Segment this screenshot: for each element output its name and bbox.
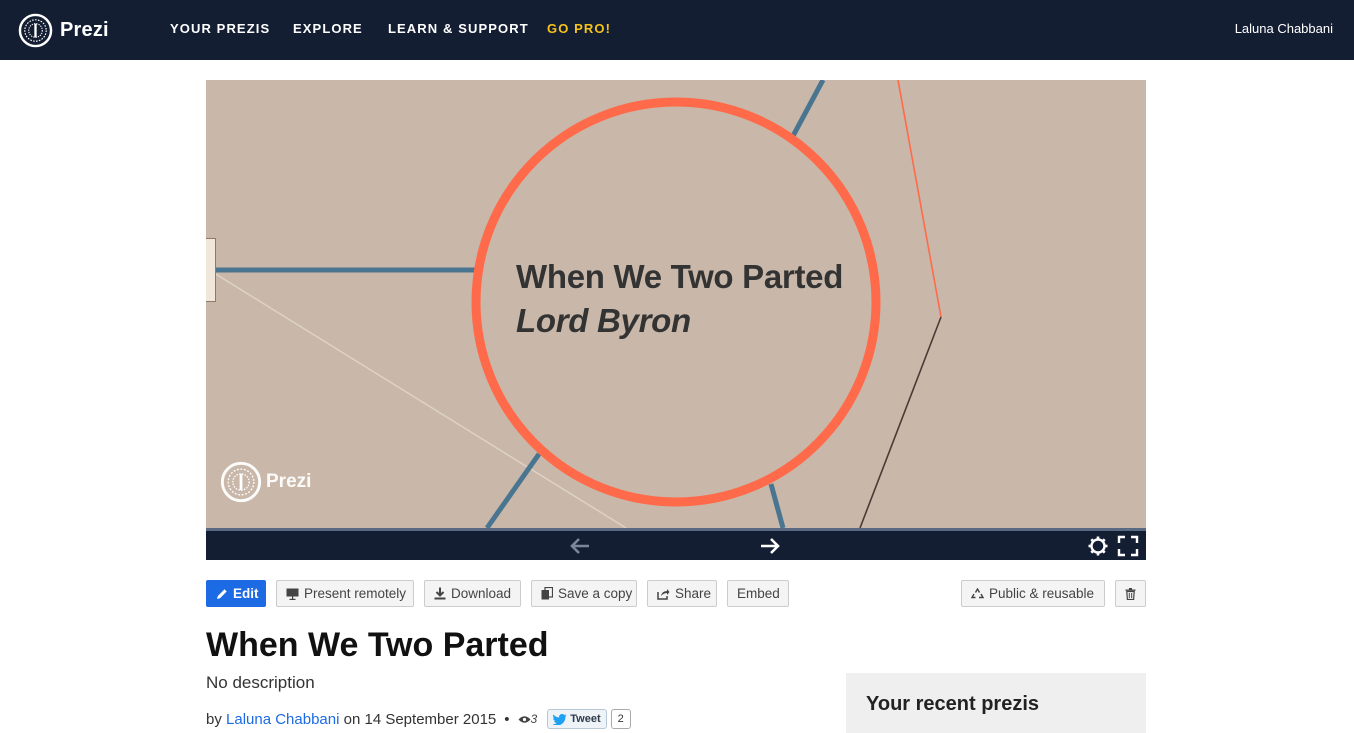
tweet-label: Tweet	[570, 713, 601, 725]
save-a-copy-button[interactable]: Save a copy	[531, 580, 637, 607]
public-reusable-label: Public & reusable	[989, 586, 1095, 601]
share-icon	[657, 588, 670, 600]
arrow-left-icon[interactable]	[568, 535, 592, 557]
public-reusable-button[interactable]: Public & reusable	[961, 580, 1105, 607]
on-label: on	[343, 710, 361, 728]
nav-explore[interactable]: EXPLORE	[293, 21, 363, 36]
author-link[interactable]: Laluna Chabbani	[226, 711, 339, 728]
created-date: 14 September 2015	[364, 710, 497, 728]
download-icon	[434, 587, 446, 600]
view-count: 3	[518, 712, 538, 726]
eye-icon	[518, 715, 531, 723]
fullscreen-icon[interactable]	[1117, 535, 1141, 557]
bullet-separator: •	[504, 710, 510, 728]
presentation-meta: by Laluna Chabbani on 14 September 2015 …	[206, 709, 631, 729]
presentation-stage[interactable]: When We Two Parted Lord Byron Prezi	[206, 80, 1146, 528]
nav-go-pro[interactable]: GO PRO!	[547, 21, 611, 36]
slide-subtitle: Lord Byron	[516, 302, 691, 339]
recent-prezis-panel: Your recent prezis	[846, 673, 1146, 733]
by-label: by	[206, 710, 222, 728]
save-a-copy-label: Save a copy	[558, 586, 633, 601]
prezi-logo[interactable]: Prezi	[18, 12, 109, 48]
delete-button[interactable]	[1115, 580, 1146, 607]
nav-your-prezis[interactable]: YOUR PREZIS	[170, 21, 270, 36]
prezi-watermark-icon	[220, 461, 262, 503]
tweet-count: 2	[610, 709, 631, 729]
share-button[interactable]: Share	[647, 580, 717, 607]
prezi-logo-icon	[18, 13, 53, 47]
top-nav: Prezi YOUR PREZIS EXPLORE LEARN & SUPPOR…	[0, 0, 1354, 60]
trash-icon	[1125, 587, 1136, 600]
recent-prezis-title: Your recent prezis	[866, 693, 1040, 715]
settings-icon[interactable]	[1087, 535, 1111, 557]
embed-button[interactable]: Embed	[727, 580, 789, 607]
pencil-icon	[216, 588, 228, 600]
download-button[interactable]: Download	[424, 580, 521, 607]
view-count-value: 3	[530, 712, 538, 726]
presentation-description: No description	[206, 673, 315, 692]
user-menu[interactable]: Laluna Chabbani	[1235, 21, 1333, 36]
left-edge-tab	[206, 238, 216, 302]
watermark-text: Prezi	[266, 471, 312, 492]
prezi-watermark: Prezi	[220, 461, 311, 503]
edit-label: Edit	[233, 586, 259, 601]
edit-button[interactable]: Edit	[206, 580, 266, 607]
present-remotely-label: Present remotely	[304, 586, 407, 601]
player-controls	[206, 528, 1146, 560]
recycle-icon	[971, 587, 984, 600]
presentation-screen-icon	[286, 588, 299, 600]
presentation-title: When We Two Parted	[206, 626, 549, 664]
download-label: Download	[451, 586, 512, 601]
copy-icon	[541, 587, 553, 600]
nav-learn-support[interactable]: LEARN & SUPPORT	[388, 21, 529, 36]
arrow-right-icon[interactable]	[758, 535, 782, 557]
share-label: Share	[675, 586, 712, 601]
twitter-bird-icon	[553, 713, 567, 725]
present-remotely-button[interactable]: Present remotely	[276, 580, 414, 607]
logo-text: Prezi	[60, 18, 109, 41]
slide-title: When We Two Parted	[516, 258, 844, 295]
tweet-button[interactable]: Tweet	[547, 709, 607, 729]
embed-label: Embed	[737, 586, 780, 601]
